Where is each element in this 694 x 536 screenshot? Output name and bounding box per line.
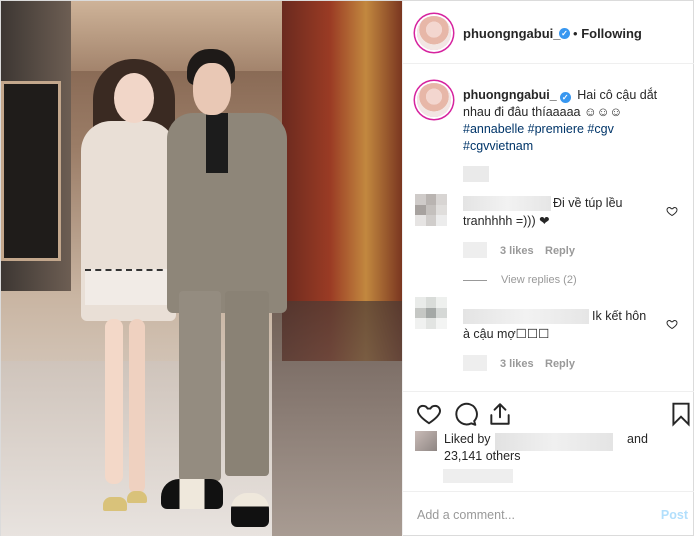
post-side-panel: phuongngabui_ ✓ • Following phuongngabui… xyxy=(402,1,694,536)
woman-leg xyxy=(105,319,123,484)
hashtag-link[interactable]: #cgvvietnam xyxy=(463,139,533,153)
add-comment-bar: Post xyxy=(403,491,694,536)
comment-timestamp-redacted xyxy=(463,242,487,258)
comment-text: Ik kết hôn xyxy=(592,309,647,323)
likes-and-label: and xyxy=(627,432,648,446)
separator-dot: • xyxy=(573,26,578,41)
add-comment-input[interactable] xyxy=(417,506,637,524)
woman-leg xyxy=(129,319,145,494)
likes-count-link[interactable]: 23,141 others xyxy=(444,449,520,463)
author-avatar[interactable] xyxy=(417,16,451,50)
comment-timestamp-redacted xyxy=(463,355,487,371)
view-replies-button[interactable]: View replies (2) xyxy=(463,274,577,286)
commenter-username-redacted[interactable] xyxy=(463,196,551,211)
commenter-avatar-redacted[interactable] xyxy=(415,194,447,226)
comment-likes[interactable]: 3 likes xyxy=(500,245,534,257)
likes-summary: Liked by and 23,141 others xyxy=(417,431,687,465)
comment-like-heart-icon[interactable] xyxy=(666,318,678,330)
comments-section[interactable]: phuongngabui_ ✓ Hai cô cậu dắt nhau đi đâ… xyxy=(403,65,694,391)
comment-text: tranhhhh =))) ❤ xyxy=(463,214,550,228)
commenter-username-redacted[interactable] xyxy=(463,309,589,324)
hashtag-link[interactable]: #annabelle xyxy=(463,122,524,136)
man-shoe xyxy=(161,479,223,509)
post-date-redacted xyxy=(443,469,513,483)
post-comment-button[interactable]: Post xyxy=(661,508,688,522)
verified-badge-icon: ✓ xyxy=(559,28,570,39)
heart-icon[interactable] xyxy=(416,401,442,427)
man-shoe xyxy=(231,493,269,527)
woman-face xyxy=(114,73,154,123)
photo-bg-shop xyxy=(1,81,61,261)
caption-author-avatar[interactable] xyxy=(417,83,451,117)
caption-timestamp-redacted xyxy=(463,166,489,182)
caption-username[interactable]: phuongngabui_ xyxy=(463,88,557,102)
comment-text: Đi về túp lều xyxy=(553,196,623,210)
share-icon[interactable] xyxy=(487,401,513,427)
comment-icon[interactable] xyxy=(452,401,478,427)
hashtag-link[interactable]: #premiere xyxy=(528,122,584,136)
following-button[interactable]: Following xyxy=(581,26,642,41)
instagram-post: phuongngabui_ ✓ • Following phuongngabui… xyxy=(0,0,694,536)
bookmark-icon[interactable] xyxy=(668,401,694,427)
follow-status[interactable]: • Following xyxy=(573,26,642,41)
photo-bg-floor-shadow xyxy=(272,301,402,536)
caption-text-block: phuongngabui_ ✓ Hai cô cậu dắt nhau đi đâ… xyxy=(463,87,683,155)
comment-reply-button[interactable]: Reply xyxy=(545,358,575,370)
post-photo[interactable] xyxy=(1,1,402,536)
woman-dress-hem xyxy=(85,269,173,305)
hashtag-link[interactable]: #cgv xyxy=(587,122,613,136)
post-header: phuongngabui_ ✓ • Following xyxy=(403,1,694,64)
man-shirt xyxy=(206,113,228,173)
woman-shoe xyxy=(127,491,147,503)
commenter-avatar-redacted[interactable] xyxy=(415,297,447,329)
verified-badge-icon: ✓ xyxy=(559,92,571,103)
comment-reply-button[interactable]: Reply xyxy=(545,245,575,257)
view-replies-label: View replies (2) xyxy=(501,274,577,286)
comment-likes[interactable]: 3 likes xyxy=(500,358,534,370)
man-face xyxy=(193,63,231,115)
author-username[interactable]: phuongngabui_ xyxy=(463,26,560,41)
comment-like-heart-icon[interactable] xyxy=(666,205,678,217)
liked-by-label: Liked by xyxy=(444,432,491,446)
man-pants xyxy=(225,291,269,476)
comment-text: à cậu mợ☐☐☐ xyxy=(463,327,550,341)
replies-divider xyxy=(463,279,487,281)
woman-shoe xyxy=(103,497,127,511)
man-pants xyxy=(179,291,221,481)
